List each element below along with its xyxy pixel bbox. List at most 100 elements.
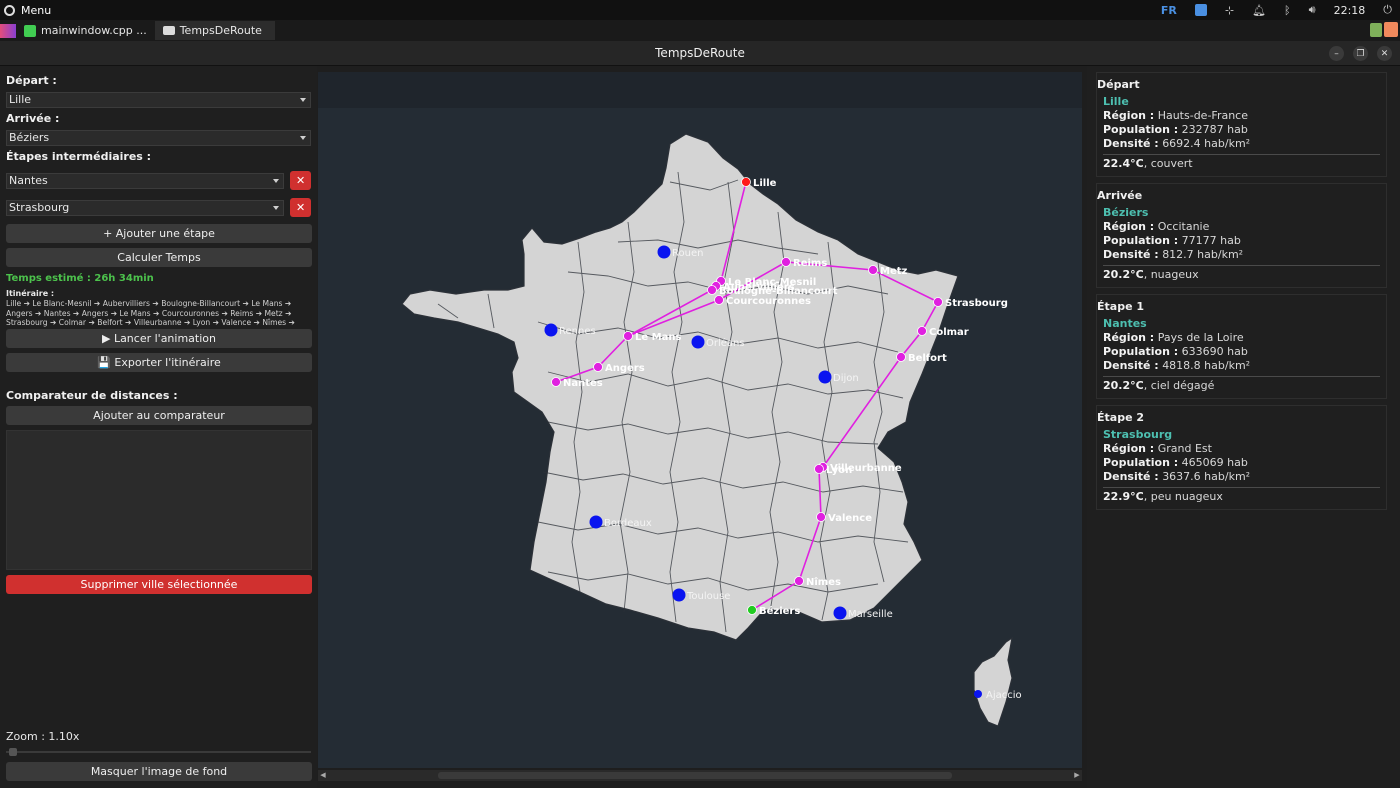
depart-value: Lille [9,93,32,106]
add-comparateur-button[interactable]: Ajouter au comparateur [6,406,312,425]
etapes-label: Étapes intermédiaires : [6,150,152,163]
taskbar: mainwindow.cpp ... TempsDeRoute [0,20,1400,41]
scroll-left-icon[interactable]: ◀ [319,771,327,780]
card-densite: Densité : 3637.6 hab/km² [1103,470,1380,484]
card-population: Population : 633690 hab [1103,345,1380,359]
route-stop-lille[interactable] [741,177,751,187]
tray-app-icon[interactable] [1384,22,1398,37]
arrivee-select[interactable]: Béziers [6,130,311,146]
scroll-thumb[interactable] [438,772,952,779]
delete-city-button[interactable]: Supprimer ville sélectionnée [6,575,312,594]
route-stop-nimes[interactable] [794,576,804,586]
clock[interactable]: 22:18 [1334,4,1366,17]
route-stop-beziers[interactable] [747,605,757,615]
card-population-label: Population : [1103,345,1179,358]
add-step-button[interactable]: + Ajouter une étape [6,224,312,243]
task-mainwindow[interactable]: mainwindow.cpp ... [16,21,155,40]
scroll-right-icon[interactable]: ▶ [1073,771,1081,780]
city-marker-marseille[interactable] [833,606,847,620]
trash-icon[interactable] [1370,23,1382,37]
bluetooth-icon[interactable]: ᛒ [1284,4,1291,17]
etape-select[interactable]: Strasbourg [6,199,285,216]
task-label: mainwindow.cpp ... [41,24,147,37]
card-region: Région : Hauts-de-France [1103,109,1380,123]
route-stop-belfort[interactable] [896,352,906,362]
city-marker-rennes[interactable] [544,323,558,337]
animate-button[interactable]: ▶ Lancer l'animation [6,329,312,348]
route-stop-valence[interactable] [816,512,826,522]
remove-etape-button[interactable]: ✕ [290,171,311,190]
left-panel: Départ : Lille Arrivée : Béziers Étapes … [0,66,317,788]
accessibility-icon[interactable] [1194,4,1207,16]
route-label-le-mans: Le Mans [635,332,681,343]
power-icon[interactable]: ⏻ [1383,3,1392,17]
depart-select[interactable]: Lille [6,92,311,108]
city-marker-rouen[interactable] [657,245,671,259]
zoom-slider-track [6,751,311,753]
itineraire-text: Lille ➔ Le Blanc-Mesnil ➔ Aubervilliers … [6,299,295,328]
route-label-strasbourg: Strasbourg [945,298,1008,309]
card-title: Étape 2 [1097,411,1145,424]
map-horizontal-scrollbar[interactable]: ◀ ▶ [318,770,1082,781]
route-stop-courcouronnes[interactable] [714,295,724,305]
city-marker-orleans[interactable] [691,335,705,349]
route-stop-metz[interactable] [868,265,878,275]
arrivee-value: Béziers [9,131,50,144]
city-label-orleans: Orléans [706,337,745,349]
system-menu[interactable]: Menu [0,4,51,17]
card-separator [1103,265,1380,266]
route-label-reims: Reims [793,258,827,269]
chevron-down-icon [273,205,280,210]
minimize-button[interactable]: – [1329,46,1344,61]
card-densite-label: Densité : [1103,470,1159,483]
notification-bell-icon[interactable]: 🔔︎ [1252,4,1266,17]
route-label-beziers: Béziers [759,605,800,617]
remove-etape-button[interactable]: ✕ [290,198,311,217]
zoom-slider[interactable] [6,748,311,756]
etape-row: Nantes ✕ [6,171,311,190]
card-temperature: 20.2°C [1103,268,1144,281]
route-stop-reims[interactable] [781,257,791,267]
card-region: Région : Occitanie [1103,220,1380,234]
depart-label: Départ : [6,74,57,87]
card-densite-label: Densité : [1103,137,1159,150]
card-temperature: 22.4°C [1103,157,1144,170]
task-tempsderoute[interactable]: TempsDeRoute [154,21,275,40]
city-label-bordeaux: Bordeaux [604,518,652,529]
zoom-slider-handle[interactable] [9,748,17,756]
export-button[interactable]: 💾 Exporter l'itinéraire [6,353,312,372]
comparateur-list[interactable] [6,430,312,570]
city-marker-bordeaux[interactable] [589,515,603,529]
route-stop-le-mans[interactable] [623,331,633,341]
route-stop-colmar[interactable] [917,326,927,336]
restore-button[interactable]: ❐ [1353,46,1368,61]
city-label-ajaccio: Ajaccio [986,690,1022,701]
card-meteo: , nuageux [1143,268,1199,281]
city-marker-dijon[interactable] [818,370,832,384]
card-meteo: , ciel dégagé [1143,379,1215,392]
card-densite: Densité : 4818.8 hab/km² [1103,359,1380,373]
city-label-toulouse: Toulouse [686,591,730,602]
compute-button[interactable]: Calculer Temps [6,248,312,267]
hide-bg-button[interactable]: Masquer l'image de fond [6,762,312,781]
city-marker-toulouse[interactable] [672,588,686,602]
etape-select[interactable]: Nantes [6,172,285,189]
keyboard-layout[interactable]: FR [1161,4,1177,17]
map-view[interactable]: Rouen Rennes Orléans Dijon Bordeaux Toulouse M… [318,72,1082,768]
volume-icon[interactable]: 🔊︎ [1309,3,1316,17]
card-population-label: Population : [1103,123,1179,136]
city-marker-ajaccio[interactable] [974,690,982,698]
route-stop-nantes[interactable] [551,377,561,387]
window-title: TempsDeRoute [655,46,745,60]
map-canvas[interactable]: Rouen Rennes Orléans Dijon Bordeaux Toulouse M… [318,72,1082,768]
route-stop-lyon[interactable] [814,464,824,474]
route-stop-angers[interactable] [593,362,603,372]
zoom-label: Zoom : 1.10x [6,730,80,743]
route-stop-boulogne-billancourt[interactable] [707,285,717,295]
close-button[interactable]: ✕ [1377,46,1392,61]
network-icon[interactable]: ⊹ [1225,4,1234,17]
card-densite: Densité : 812.7 hab/km² [1103,248,1380,262]
route-stop-strasbourg[interactable] [933,297,943,307]
launcher-icon[interactable] [0,23,16,38]
card-population-label: Population : [1103,234,1179,247]
